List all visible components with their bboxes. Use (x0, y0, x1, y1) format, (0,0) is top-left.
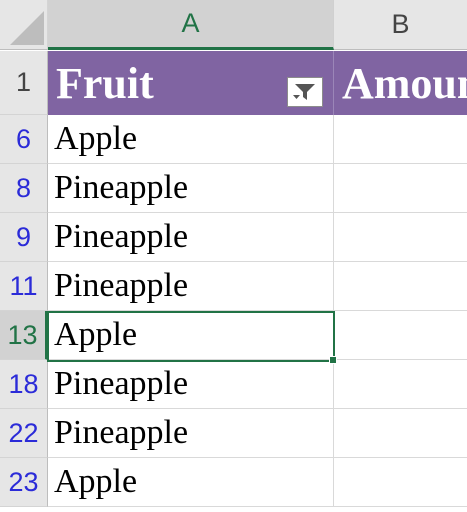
select-all-corner[interactable] (0, 0, 48, 50)
row-header-23[interactable]: 23 (0, 458, 48, 507)
table-header-amount[interactable]: Amount (334, 51, 467, 115)
cell-a18[interactable]: Pineapple (48, 360, 334, 409)
cell-b13[interactable] (334, 311, 467, 360)
cell-a9[interactable]: Pineapple (48, 213, 334, 262)
table-header-fruit-label: Fruit (56, 58, 154, 108)
cell-b11[interactable] (334, 262, 467, 311)
row-header-1[interactable]: 1 (0, 51, 48, 115)
cell-a22[interactable]: Pineapple (48, 409, 334, 458)
filter-dropdown-button[interactable] (287, 77, 323, 107)
cell-b18[interactable] (334, 360, 467, 409)
cell-b9[interactable] (334, 213, 467, 262)
column-header-b[interactable]: B (334, 0, 467, 50)
row-header-8[interactable]: 8 (0, 164, 48, 213)
cell-a6[interactable]: Apple (48, 115, 334, 164)
row-header-6[interactable]: 6 (0, 115, 48, 164)
cell-a11[interactable]: Pineapple (48, 262, 334, 311)
row-header-22[interactable]: 22 (0, 409, 48, 458)
cell-b23[interactable] (334, 458, 467, 507)
cell-b8[interactable] (334, 164, 467, 213)
cell-b6[interactable] (334, 115, 467, 164)
cell-a13[interactable]: Apple (48, 311, 334, 360)
row-header-18[interactable]: 18 (0, 360, 48, 409)
row-header-11[interactable]: 11 (0, 262, 48, 311)
cell-a8[interactable]: Pineapple (48, 164, 334, 213)
row-header-9[interactable]: 9 (0, 213, 48, 262)
table-header-fruit[interactable]: Fruit (48, 51, 334, 115)
cell-a23[interactable]: Apple (48, 458, 334, 507)
column-header-a[interactable]: A (48, 0, 334, 50)
fill-handle[interactable] (329, 356, 337, 364)
table-header-amount-label: Amount (342, 58, 467, 108)
cell-b22[interactable] (334, 409, 467, 458)
filter-dropdown-icon (293, 84, 315, 100)
row-header-13[interactable]: 13 (0, 311, 48, 360)
